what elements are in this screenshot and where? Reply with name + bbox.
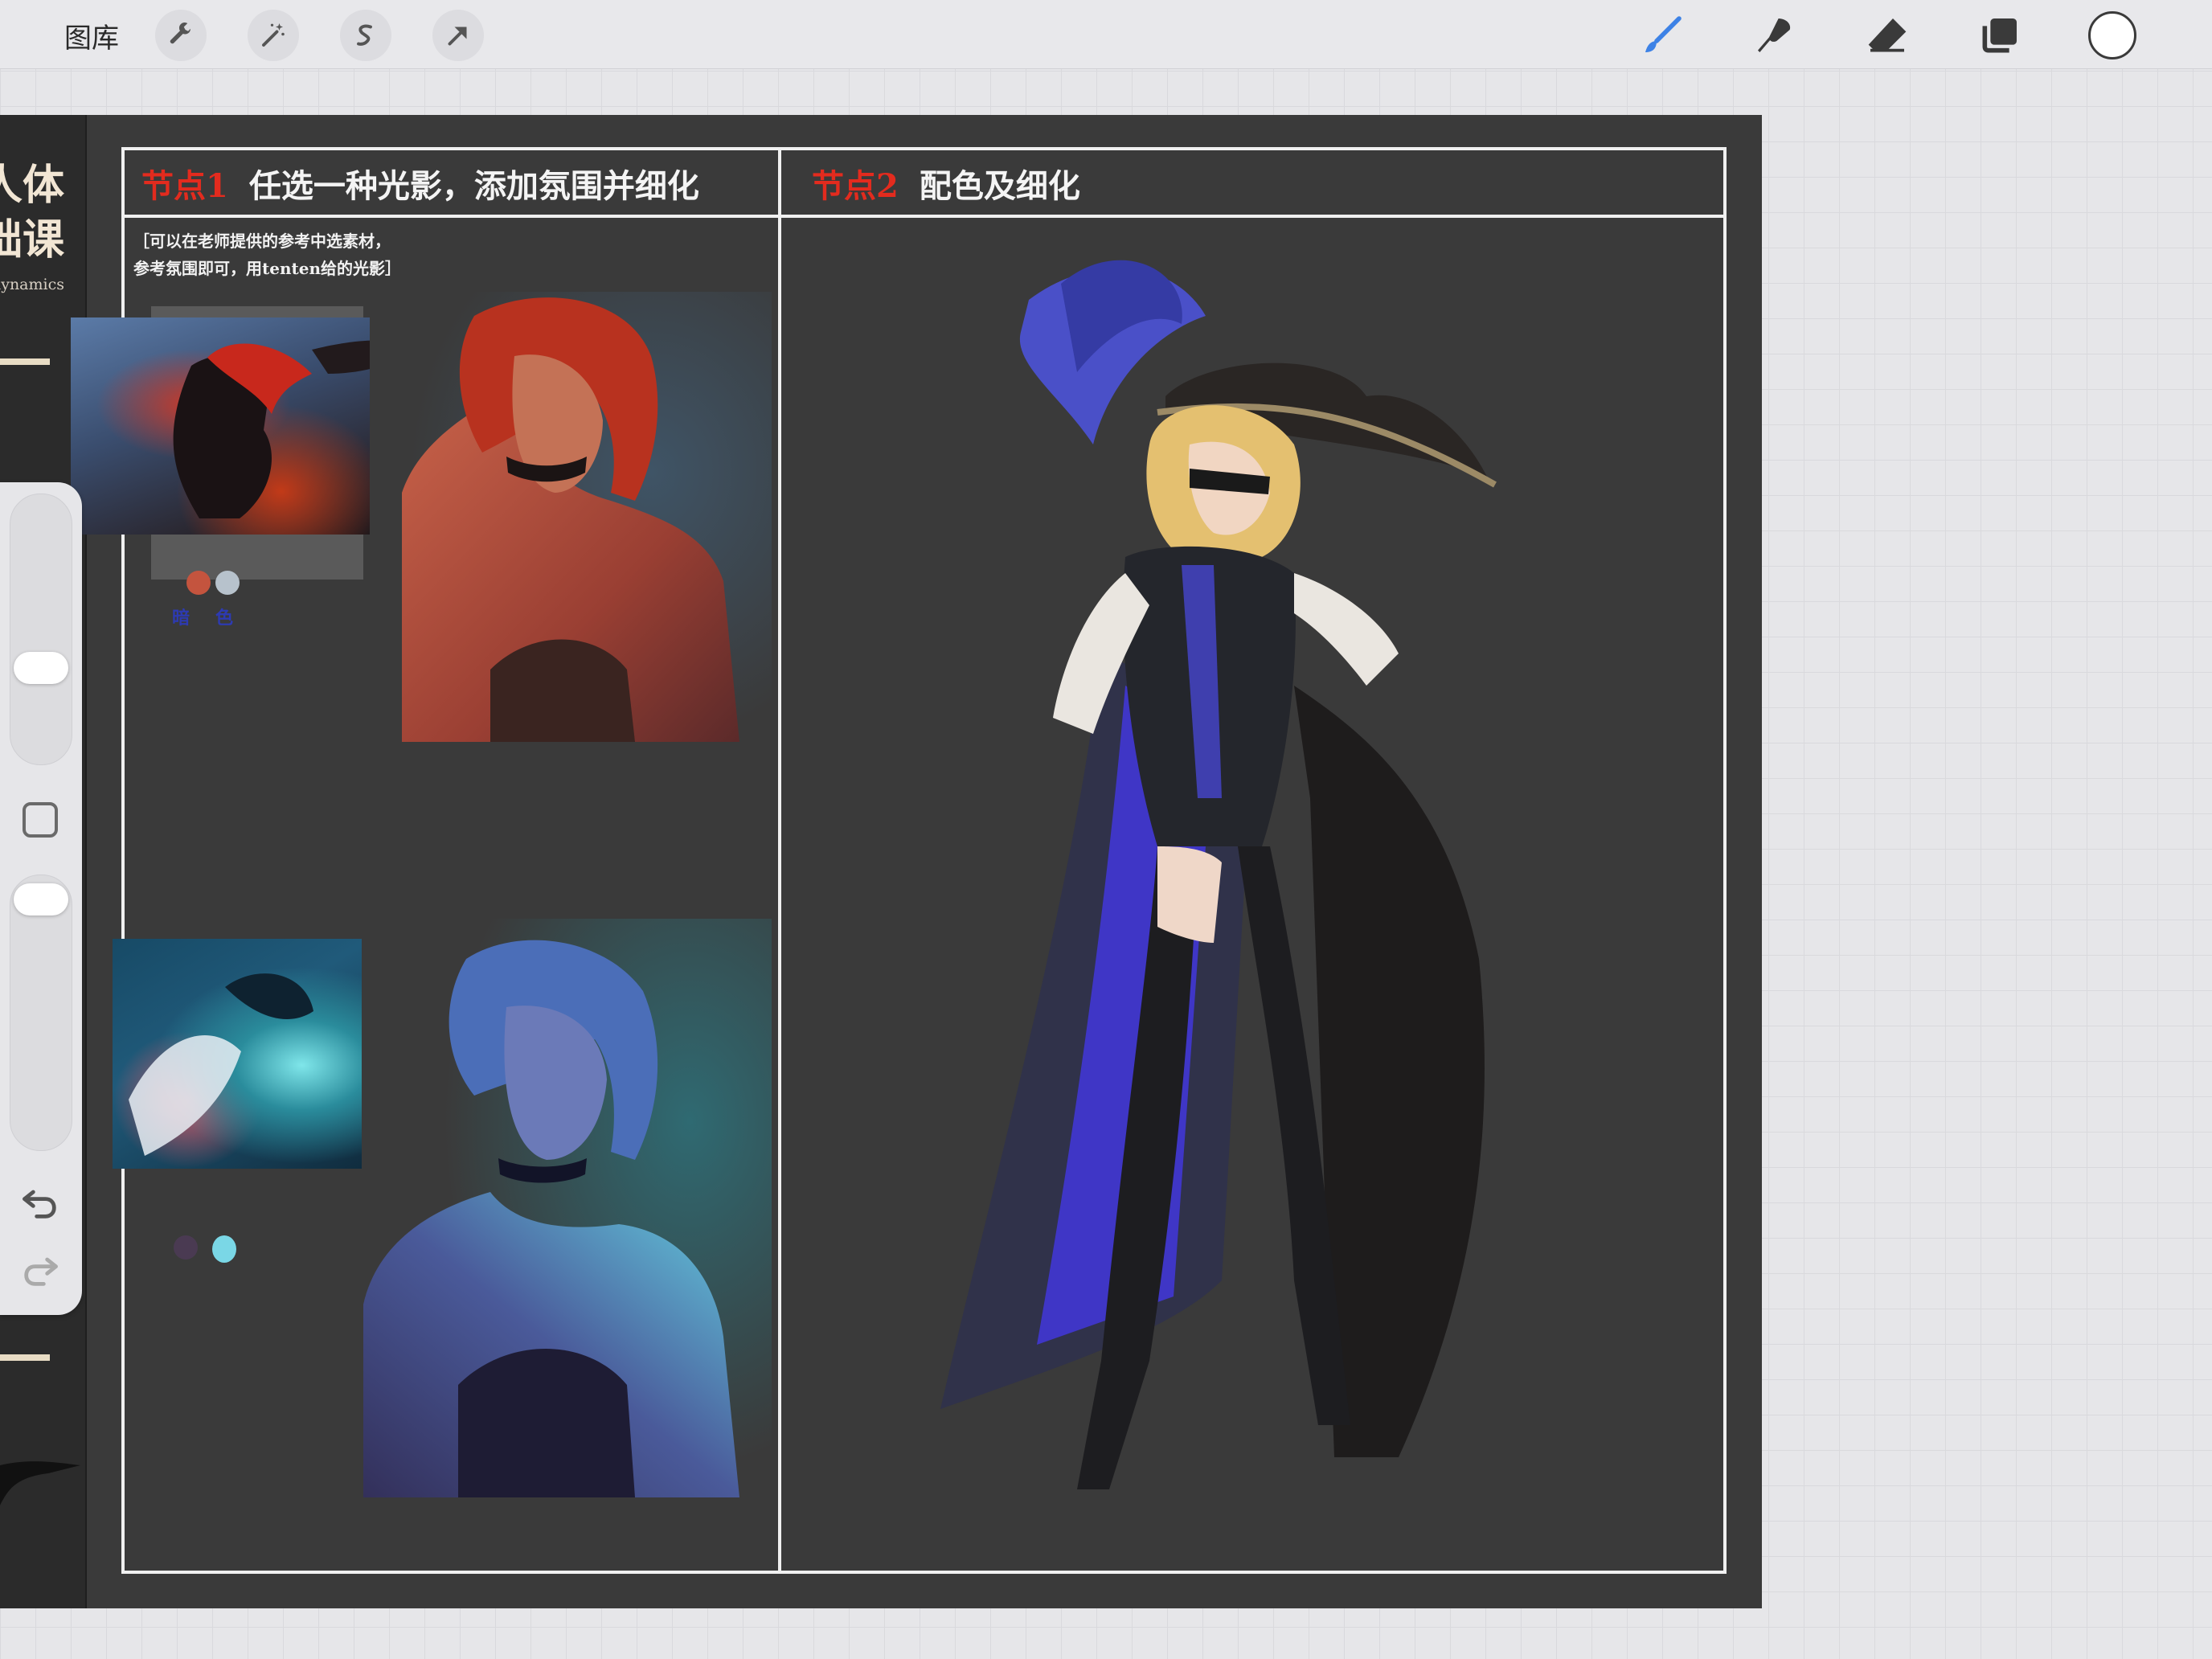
- column-divider: [778, 147, 781, 1574]
- layers-icon: [1982, 18, 2017, 53]
- node1-note: ［可以在老师提供的参考中选素材， 参考氛围即可，用tenten给的光影］: [133, 227, 401, 282]
- swatch-label-dark: 暗: [172, 608, 190, 629]
- node1-tag: 节点1: [141, 167, 228, 205]
- musketeer-character-painting: [916, 236, 1591, 1538]
- smudge-tool-button[interactable]: [1747, 8, 1802, 63]
- transform-button[interactable]: [432, 10, 484, 61]
- gallery-link[interactable]: 图库: [64, 16, 119, 55]
- eraser-icon: [1868, 18, 1907, 52]
- color-swatch-dot: [174, 1235, 198, 1260]
- eraser-tool-button[interactable]: [1860, 8, 1915, 63]
- brush-icon: [1645, 16, 1682, 52]
- modify-button[interactable]: [23, 802, 58, 838]
- top-toolbar: 图库: [0, 0, 2212, 69]
- color-swatch-dot: [215, 571, 240, 595]
- redo-icon[interactable]: [19, 1249, 61, 1291]
- reference-image-red-warrior: [71, 317, 421, 535]
- selection-button[interactable]: [340, 10, 391, 61]
- node2-header: 节点2 配色及细化: [812, 160, 1080, 207]
- brush-sidebar: [0, 482, 82, 1315]
- color-swatch-dot: [186, 571, 211, 595]
- brush-size-thumb[interactable]: [14, 652, 68, 684]
- reference-image-blue-spirit: [113, 939, 365, 1169]
- paint-tool-button[interactable]: [1635, 8, 1690, 63]
- adjustments-button[interactable]: [248, 10, 299, 61]
- strip-subtitle: e dynamics: [0, 276, 64, 293]
- note-line2: 参考氛围即可，用tenten给的光影］: [133, 259, 402, 278]
- artwork-canvas[interactable]: 人体 础课 e dynamics 节点1 任选一种光影，添加氛围并细化 节点2 配色…: [0, 115, 1762, 1608]
- node1-header: 节点1 任选一种光影，添加氛围并细化: [141, 160, 699, 207]
- swatch-label-color: 色: [215, 608, 234, 629]
- magic-wand-icon: [262, 23, 285, 47]
- warm-light-portrait: [370, 292, 772, 742]
- actions-button[interactable]: [155, 10, 207, 61]
- color-picker-button[interactable]: [2088, 11, 2136, 59]
- cool-light-portrait: [362, 919, 772, 1497]
- brush-size-slider[interactable]: [10, 494, 72, 765]
- selection-icon: [357, 24, 372, 46]
- brush-stroke-mark: [0, 1461, 80, 1505]
- strip-divider: [0, 1354, 50, 1361]
- node2-title: 配色及细化: [919, 167, 1080, 205]
- layers-button[interactable]: [1972, 8, 2027, 63]
- smudge-icon: [1758, 18, 1791, 52]
- strip-title-line1: 人体: [0, 161, 64, 210]
- strip-divider: [0, 358, 50, 365]
- undo-icon[interactable]: [19, 1182, 61, 1223]
- note-line1: ［可以在老师提供的参考中选素材，: [133, 231, 391, 251]
- brush-opacity-slider[interactable]: [10, 875, 72, 1151]
- color-swatch-dot: [212, 1235, 236, 1263]
- transform-arrow-icon: [448, 27, 467, 46]
- strip-title-line2: 础课: [0, 215, 64, 264]
- wrench-icon: [170, 22, 191, 44]
- node2-tag: 节点2: [812, 167, 899, 205]
- brush-opacity-thumb[interactable]: [14, 883, 68, 916]
- node1-title: 任选一种光影，添加氛围并细化: [248, 167, 699, 205]
